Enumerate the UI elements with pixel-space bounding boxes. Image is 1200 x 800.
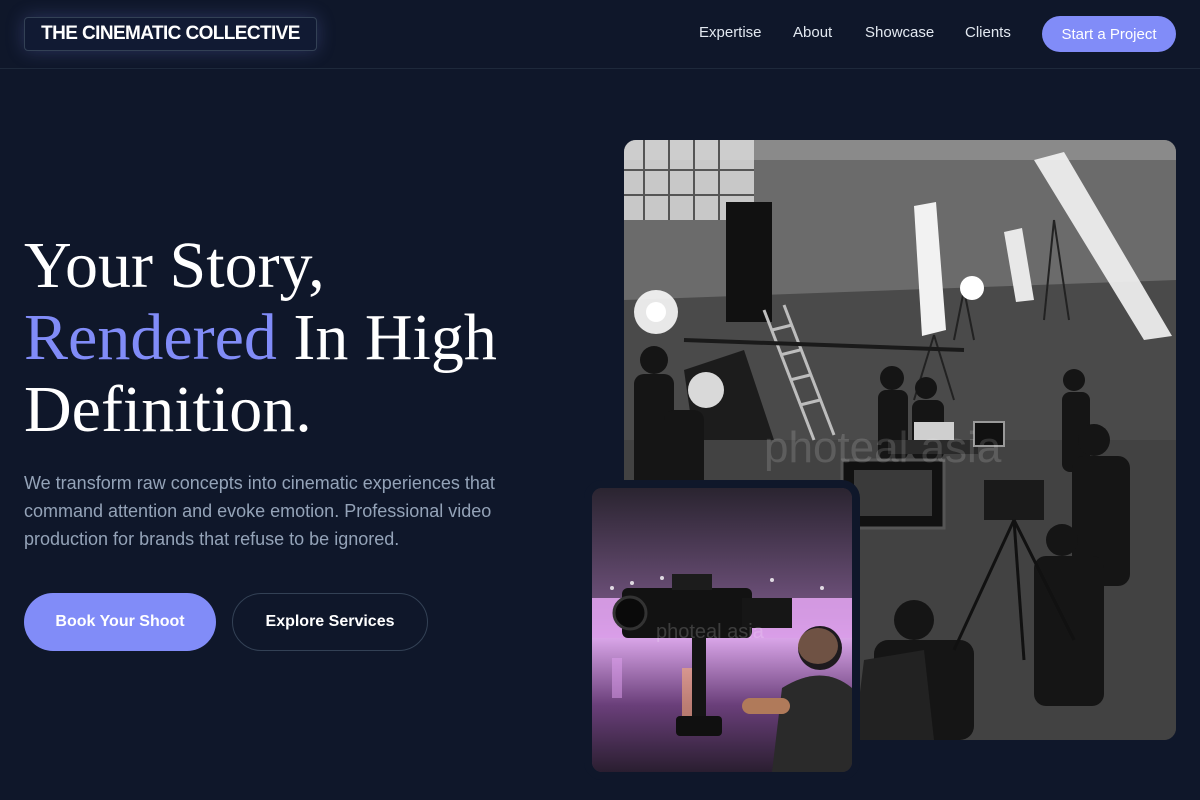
hero-description: We transform raw concepts into cinematic…	[24, 473, 495, 549]
nav-links: Expertise About Showcase Clients	[0, 0, 1200, 69]
start-project-button[interactable]: Start a Project	[1042, 16, 1176, 52]
nav-link-showcase[interactable]: Showcase	[865, 24, 934, 41]
camera-operator-illustration: photeal asia	[592, 488, 852, 772]
camera-operator-photo: photeal asia	[592, 488, 852, 772]
hero-title-line3: Definition.	[24, 373, 312, 446]
nav-link-clients[interactable]: Clients	[965, 24, 1011, 41]
photo-watermark-small: photeal asia	[656, 621, 765, 643]
navbar: THE CINEMATIC COLLECTIVE Expertise About…	[0, 0, 1200, 69]
photo-watermark-main: photeal asia	[764, 423, 1002, 472]
hero-title: Your Story, Rendered In High Definition.	[24, 230, 584, 446]
hero-title-accent: Rendered	[24, 301, 277, 374]
hero-title-line1: Your Story,	[24, 229, 325, 302]
hero-title-line2: In High	[276, 301, 497, 374]
nav-link-expertise[interactable]: Expertise	[699, 24, 762, 41]
explore-services-button[interactable]: Explore Services	[232, 593, 428, 651]
book-shoot-button[interactable]: Book Your Shoot	[24, 593, 216, 651]
nav-link-about[interactable]: About	[793, 24, 832, 41]
